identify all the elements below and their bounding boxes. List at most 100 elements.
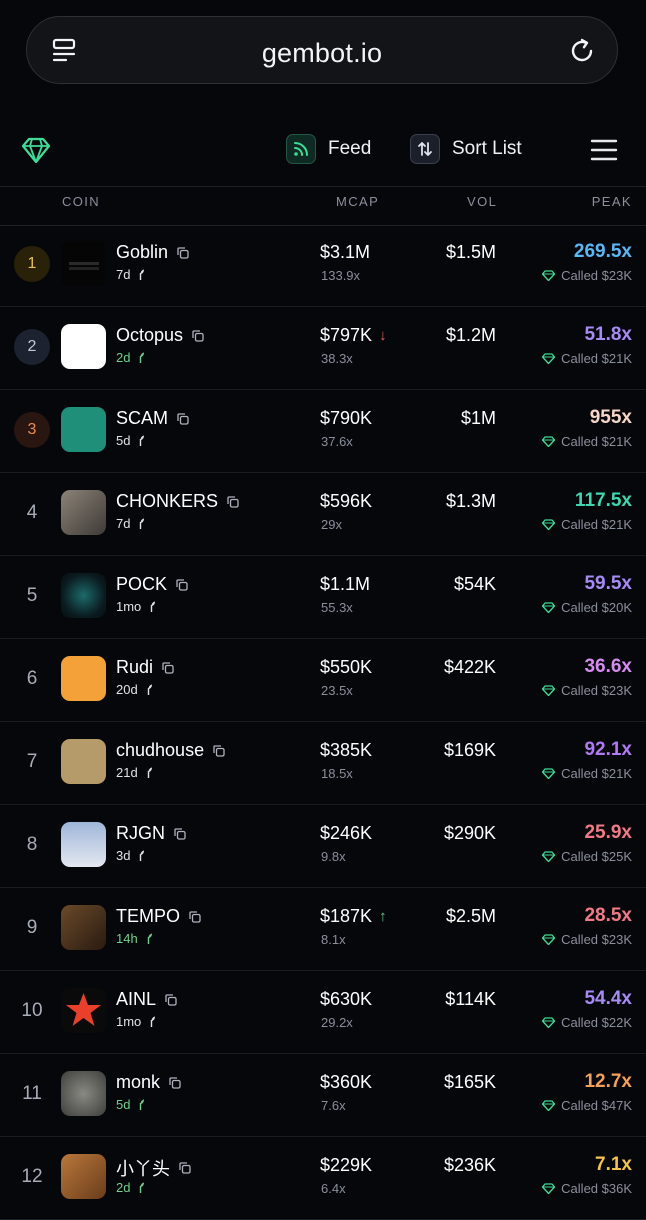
copy-icon[interactable] xyxy=(177,246,189,259)
copy-icon[interactable] xyxy=(162,661,174,674)
sprout-icon xyxy=(140,1099,145,1110)
table-row[interactable]: 2 Octopus 2d $797K ↓ 38.3x $1.2M 51.8x Called $2… xyxy=(0,307,646,390)
market-cap: $229K xyxy=(320,1155,372,1176)
copy-icon[interactable] xyxy=(169,1076,181,1089)
table-row[interactable]: 10 AINL 1mo $630K 29.2x $114K 54.4x Called $22K xyxy=(0,971,646,1054)
coin-name-text: Octopus xyxy=(116,325,184,345)
market-cap-multiple: 8.1x xyxy=(321,932,346,947)
market-cap-text: $550K xyxy=(320,657,373,677)
column-peak[interactable]: PEAK xyxy=(592,194,632,209)
feed-button[interactable]: Feed xyxy=(286,132,371,166)
column-mcap[interactable]: MCAP xyxy=(336,194,379,209)
called-at-text: Called $21K xyxy=(561,517,632,532)
table-row[interactable]: 8 RJGN 3d $246K 9.8x $290K 25.9x Called $25K xyxy=(0,805,646,888)
coin-age-text: 1mo xyxy=(116,1014,142,1029)
coin-age-text: 2d xyxy=(116,350,131,365)
market-cap-text: $630K xyxy=(320,989,373,1009)
hamburger-menu-icon[interactable] xyxy=(590,138,618,162)
called-at-text: Called $23K xyxy=(561,932,632,947)
copy-icon[interactable] xyxy=(165,993,177,1006)
table-row[interactable]: 11 monk 5d $360K 7.6x $165K 12.7x Called $47K xyxy=(0,1054,646,1137)
called-at-text: Called $36K xyxy=(561,1181,632,1196)
volume: $114K xyxy=(445,989,496,1009)
copy-icon[interactable] xyxy=(177,412,189,425)
market-cap-multiple: 38.3x xyxy=(321,351,353,366)
table-row[interactable]: 5 POCK 1mo $1.1M 55.3x $54K 59.5x Called $20K xyxy=(0,556,646,639)
sprout-icon xyxy=(151,1016,156,1027)
called-at-text: Called $20K xyxy=(561,600,632,615)
column-coin[interactable]: COIN xyxy=(62,194,100,209)
coin-age: 7d xyxy=(116,516,145,531)
market-cap-text: $385K xyxy=(320,740,373,760)
copy-icon[interactable] xyxy=(227,495,239,508)
url-text[interactable]: gembot.io xyxy=(27,38,617,69)
sprout-icon xyxy=(140,850,145,861)
gem-icon xyxy=(542,436,556,447)
peak-multiple: 25.9x xyxy=(584,822,632,843)
sprout-icon xyxy=(140,435,145,446)
coin-age: 5d xyxy=(116,433,145,448)
peak-multiple: 117.5x xyxy=(574,490,632,511)
market-cap-multiple: 133.9x xyxy=(321,268,361,283)
called-at-text: Called $47K xyxy=(561,1098,632,1113)
table-row[interactable]: 6 Rudi 20d $550K 23.5x $422K 36.6x Called $23K xyxy=(0,639,646,722)
volume: $1.3M xyxy=(445,491,496,511)
volume: $54K xyxy=(453,574,496,594)
table-row[interactable]: 9 TEMPO 14h $187K ↑ 8.1x $2.5M 28.5x Called $23K xyxy=(0,888,646,971)
gem-icon xyxy=(542,1017,556,1028)
coin-age: 2d xyxy=(116,1180,145,1195)
called-at: Called $23K xyxy=(542,268,632,283)
called-at: Called $36K xyxy=(542,1181,632,1196)
coin-age-text: 3d xyxy=(116,848,131,863)
coin-name-text: SCAM xyxy=(116,408,169,428)
gem-logo-icon[interactable] xyxy=(20,134,52,166)
address-bar[interactable]: gembot.io xyxy=(26,16,618,84)
gem-icon xyxy=(542,1100,556,1111)
volume: $290K xyxy=(443,823,496,843)
copy-icon[interactable] xyxy=(179,1162,191,1174)
copy-icon[interactable] xyxy=(213,744,225,757)
copy-icon[interactable] xyxy=(174,827,186,840)
volume: $165K xyxy=(443,1072,496,1092)
called-at-text: Called $22K xyxy=(561,1015,632,1030)
coin-age-text: 2d xyxy=(116,1180,131,1195)
copy-icon[interactable] xyxy=(176,578,188,591)
market-cap-text: $3.1M xyxy=(320,242,371,262)
coin-name-text: TEMPO xyxy=(116,906,181,926)
coin-name: SCAM xyxy=(116,408,189,429)
called-at-text: Called $23K xyxy=(561,683,632,698)
table-row[interactable]: 4 CHONKERS 7d $596K 29x $1.3M 117.5x Called $21… xyxy=(0,473,646,556)
peak-multiple: 7.1x xyxy=(595,1154,632,1175)
coin-name: monk xyxy=(116,1072,181,1093)
reload-icon[interactable] xyxy=(567,36,597,66)
called-at-text: Called $25K xyxy=(561,849,632,864)
market-cap-multiple: 23.5x xyxy=(321,683,353,698)
copy-icon[interactable] xyxy=(189,910,201,923)
market-cap-text: $360K xyxy=(320,1072,373,1092)
rank-badge: 1 xyxy=(14,246,50,282)
table-row[interactable]: 7 chudhouse 21d $385K 18.5x $169K 92.1x Called … xyxy=(0,722,646,805)
volume: $2.5M xyxy=(445,906,496,926)
called-at: Called $21K xyxy=(542,517,632,532)
rank-badge: 11 xyxy=(22,1083,42,1104)
sprout-icon xyxy=(151,601,156,612)
table-row[interactable]: 3 SCAM 5d $790K 37.6x $1M 955x Called $21K xyxy=(0,390,646,473)
rank-badge: 10 xyxy=(21,1000,43,1021)
gem-icon xyxy=(542,1183,556,1194)
called-at-text: Called $21K xyxy=(561,434,632,449)
sprout-icon xyxy=(147,933,152,944)
called-at: Called $21K xyxy=(542,351,632,366)
coin-avatar xyxy=(61,1071,106,1116)
copy-icon[interactable] xyxy=(192,329,204,342)
market-cap: $630K xyxy=(320,989,372,1010)
table-row[interactable]: 1 Goblin 7d $3.1M 133.9x $1.5M 269.5x Called $2… xyxy=(0,224,646,307)
peak-multiple: 269.5x xyxy=(573,241,632,262)
called-at: Called $21K xyxy=(542,434,632,449)
gem-icon xyxy=(542,934,556,945)
coin-age: 5d xyxy=(116,1097,145,1112)
table-row[interactable]: 12 小丫头 2d $229K 6.4x $236K 7.1x Called $36K xyxy=(0,1137,646,1220)
market-cap: $187K ↑ xyxy=(320,906,387,927)
sort-list-button[interactable]: Sort List xyxy=(410,132,522,166)
column-vol[interactable]: VOL xyxy=(467,194,497,209)
peak-multiple: 12.7x xyxy=(584,1071,632,1092)
